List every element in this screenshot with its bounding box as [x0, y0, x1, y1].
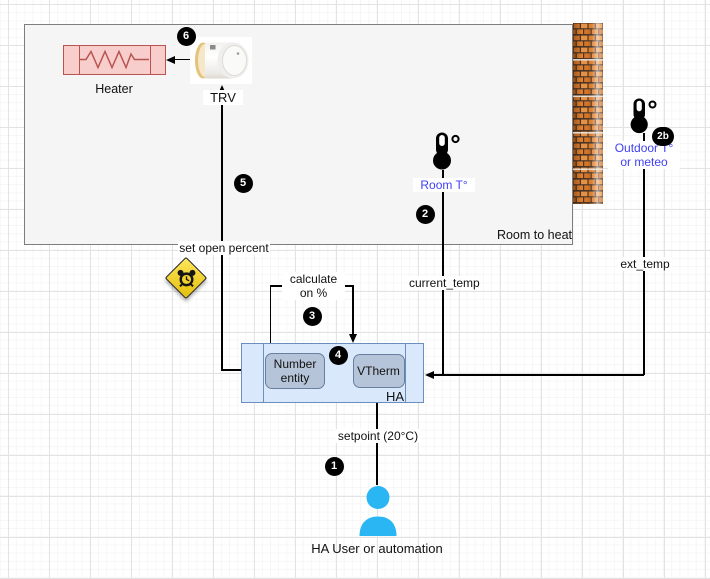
- room-to-heat-label: Room to heat: [480, 228, 572, 243]
- step-badge-2: 2: [416, 205, 435, 224]
- vtherm-node: VTherm: [353, 354, 405, 388]
- number-entity-label: Number entity: [266, 357, 324, 386]
- edge-temps-into-ha: [434, 374, 644, 376]
- step-badge-4: 4: [329, 346, 348, 365]
- outdoor-temp-label: Outdoor T° or meteo: [608, 141, 680, 169]
- alarm-clock-icon: [171, 263, 201, 293]
- ext-temp-label: ext_temp: [618, 257, 672, 271]
- edge-current-temp: [442, 170, 444, 375]
- user-icon: [354, 484, 402, 536]
- arrowhead-into-heater-icon: [166, 56, 175, 64]
- heater-label: Heater: [84, 82, 144, 97]
- ha-box-label: HA: [378, 389, 404, 404]
- resistor-icon: [64, 46, 164, 73]
- setpoint-label: setpoint (20°C): [335, 429, 421, 443]
- number-entity-node: Number entity: [265, 353, 325, 389]
- edge-calculate-left: [270, 286, 272, 344]
- ha-box-left-bar: [263, 344, 264, 402]
- user-label: HA User or automation: [297, 541, 457, 556]
- step-badge-6: 6: [177, 27, 196, 46]
- trv-image: [190, 37, 252, 84]
- edge-set-open-vertical: [221, 93, 223, 370]
- vtherm-label: VTherm: [357, 364, 400, 378]
- trv-label: TRV: [203, 90, 243, 105]
- arrowhead-into-vtherm-icon: [349, 334, 357, 343]
- edge-trv-to-heater: [174, 59, 191, 61]
- room-temp-label: Room T°: [413, 178, 475, 192]
- edge-calculate-right: [352, 286, 354, 335]
- step-badge-3: 3: [303, 307, 322, 326]
- step-badge-2b: 2b: [652, 127, 674, 146]
- arrowhead-into-ha-icon: [425, 371, 434, 379]
- heater-shape: [63, 45, 166, 75]
- step-badge-1: 1: [325, 457, 344, 476]
- step-badge-5: 5: [234, 174, 253, 193]
- ha-box-right-bar: [405, 344, 406, 402]
- diagram-canvas: Number entity VTherm HA: [0, 0, 710, 579]
- brick-wall-image: [573, 23, 603, 204]
- trv-cylinder-icon: [190, 37, 252, 84]
- current-temp-label: current_temp: [408, 276, 480, 290]
- room-thermometer-icon: [430, 131, 460, 171]
- set-open-percent-label: set open percent: [178, 241, 270, 255]
- calculate-on-percent-label: calculate on %: [282, 272, 345, 300]
